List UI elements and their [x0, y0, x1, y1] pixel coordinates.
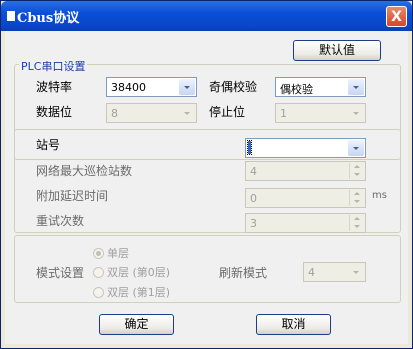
spin-up-icon[interactable]	[349, 215, 364, 223]
retry-label: 重试次数	[36, 214, 85, 228]
plc-serial-group-title: PLC串口设置	[19, 58, 88, 74]
radio-double-layer-1[interactable]: 双层 (第1层)	[93, 284, 170, 300]
radio-dot[interactable]	[93, 266, 104, 278]
chevron-down-icon[interactable]	[348, 79, 364, 95]
chevron-down-icon[interactable]	[348, 264, 364, 280]
dialog-body: 默认值 PLC串口设置 波特率 38400 奇偶校验 偶校验 数据位 8 停止位…	[5, 31, 408, 344]
databits-value: 8	[111, 107, 118, 120]
max-poll-label: 网络最大巡检站数	[36, 164, 133, 178]
radio-label: 双层 (第1层)	[107, 286, 171, 299]
databits-label: 数据位	[36, 105, 73, 119]
stopbits-label: 停止位	[209, 105, 246, 119]
refresh-value: 4	[308, 266, 315, 279]
parity-select[interactable]: 偶校验	[275, 77, 366, 97]
chevron-down-icon[interactable]	[179, 105, 195, 121]
title-bar[interactable]: Cbus协议 X	[1, 1, 412, 31]
max-poll-value: 4	[250, 165, 257, 178]
parity-label: 奇偶校验	[209, 80, 258, 94]
max-poll-spinner[interactable]: 4	[245, 161, 366, 181]
retry-spinner[interactable]: 3	[245, 213, 366, 233]
radio-single-layer[interactable]: 单层	[93, 245, 129, 261]
station-select[interactable]	[245, 138, 366, 158]
chevron-down-icon[interactable]	[179, 79, 195, 95]
radio-label: 双层 (第0层)	[107, 266, 171, 279]
delay-label: 附加延迟时间	[36, 189, 109, 203]
chevron-down-icon[interactable]	[348, 140, 364, 156]
stopbits-value: 1	[280, 107, 287, 120]
window-title: Cbus协议	[17, 11, 80, 26]
cancel-button[interactable]: 取消	[256, 314, 331, 335]
radio-dot[interactable]	[93, 247, 104, 259]
mode-label: 模式设置	[36, 266, 85, 280]
spin-up-icon[interactable]	[349, 190, 364, 198]
delay-unit: ms	[372, 190, 387, 201]
spin-down-icon[interactable]	[349, 171, 364, 179]
baud-label: 波特率	[36, 80, 73, 94]
spin-down-icon[interactable]	[349, 198, 364, 206]
station-selected-value	[247, 140, 252, 155]
baud-value: 38400	[111, 81, 146, 94]
refresh-label: 刷新模式	[219, 266, 268, 280]
refresh-select[interactable]: 4	[303, 262, 366, 282]
radio-double-layer-0[interactable]: 双层 (第0层)	[93, 264, 170, 280]
dialog-window: Cbus协议 X 默认值 PLC串口设置 波特率 38400 奇偶校验 偶校验 …	[0, 0, 413, 349]
delay-spinner[interactable]: 0	[245, 188, 366, 208]
radio-label: 单层	[107, 247, 129, 260]
parity-value: 偶校验	[280, 83, 313, 96]
close-button[interactable]: X	[386, 6, 407, 27]
station-label: 站号	[36, 138, 61, 152]
retry-value: 3	[250, 217, 257, 230]
baud-select[interactable]: 38400	[106, 77, 197, 97]
stopbits-select[interactable]: 1	[275, 103, 366, 123]
databits-select[interactable]: 8	[106, 103, 197, 123]
spin-down-icon[interactable]	[349, 223, 364, 231]
spin-up-icon[interactable]	[349, 163, 364, 171]
app-icon	[7, 11, 15, 21]
chevron-down-icon[interactable]	[348, 105, 364, 121]
default-button[interactable]: 默认值	[293, 40, 381, 61]
ok-button[interactable]: 确定	[99, 314, 174, 335]
delay-value: 0	[250, 192, 257, 205]
radio-dot[interactable]	[93, 286, 104, 298]
